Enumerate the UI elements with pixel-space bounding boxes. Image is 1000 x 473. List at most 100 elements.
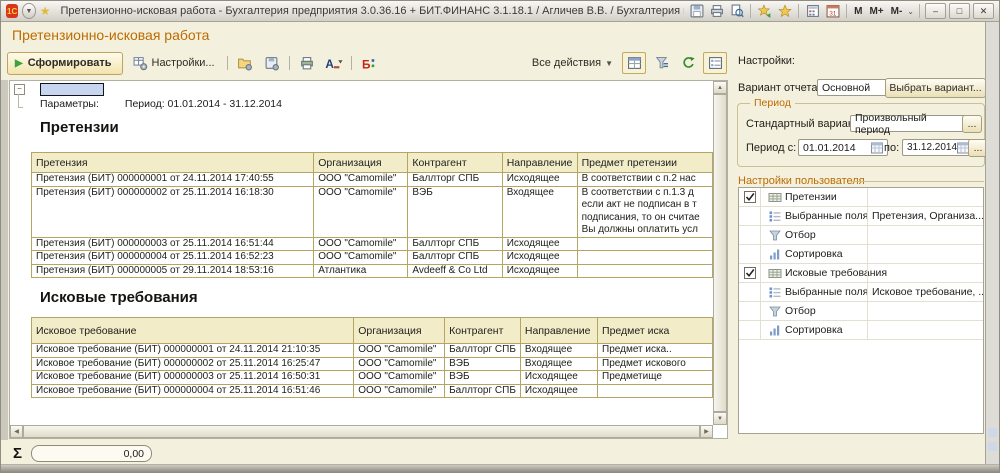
table-row[interactable]: Исковое требование (БИТ) 000000002 от 25…	[32, 357, 713, 371]
filter-icon	[767, 305, 782, 318]
fields-icon	[767, 210, 782, 223]
divider	[351, 56, 352, 70]
bit-finance-icon[interactable]: Б	[357, 52, 381, 74]
scroll-left-icon[interactable]: ◀	[10, 425, 23, 438]
selected-cell[interactable]	[40, 83, 104, 96]
favorites-list-icon[interactable]	[776, 4, 793, 19]
settings-button[interactable]: Настройки...	[126, 52, 222, 75]
scrollbar-thumb[interactable]	[713, 94, 727, 412]
scroll-up-icon[interactable]: ▲	[713, 81, 727, 94]
collapse-group-icon[interactable]: −	[14, 84, 25, 95]
table-row[interactable]: Исковое требование (БИТ) 000000001 от 24…	[32, 344, 713, 358]
checkbox[interactable]	[744, 191, 756, 203]
table-cell: Баллторг СПБ	[445, 344, 521, 358]
table-row[interactable]: Претензия (БИТ) 000000003 от 25.11.2014 …	[32, 237, 713, 251]
tree-row[interactable]: Сортировка	[739, 321, 983, 340]
1c-logo-icon: 1С	[6, 4, 18, 18]
date-picker-icon[interactable]	[871, 142, 883, 154]
all-actions-button[interactable]: Все действия ▼	[526, 53, 619, 73]
tree-item-value[interactable]	[867, 245, 983, 263]
table-cell: Претензия (БИТ) 000000001 от 24.11.2014 …	[32, 173, 314, 187]
scrollbar-thumb[interactable]	[23, 425, 700, 438]
checkbox[interactable]	[744, 267, 756, 279]
tree-item-value[interactable]	[867, 226, 983, 244]
show-report-grid-icon[interactable]	[622, 52, 646, 74]
tree-row[interactable]: Отбор	[739, 226, 983, 245]
tree-item-value[interactable]	[867, 188, 983, 206]
table-cell: Предмет иска..	[598, 344, 713, 358]
add-favorite-icon[interactable]	[756, 4, 773, 19]
period-from-field[interactable]: 01.01.2014	[798, 139, 888, 156]
background-fragment	[988, 428, 997, 437]
scroll-right-icon[interactable]: ▶	[700, 425, 713, 438]
chevron-down-icon: ▼	[26, 8, 33, 15]
column-header: Исковое требование	[32, 318, 354, 344]
sort-icon	[767, 248, 782, 261]
period-to-field[interactable]: 31.12.2014	[902, 139, 974, 156]
horizontal-scrollbar[interactable]: ◀ ▶	[10, 425, 713, 438]
settings-panel-toggle-icon[interactable]	[703, 52, 727, 74]
period-from-label: Период с:	[746, 142, 796, 154]
minimize-button[interactable]: –	[925, 3, 946, 19]
save-icon[interactable]	[688, 4, 705, 19]
tree-row[interactable]: Выбранные поляИсковое требование, ...	[739, 283, 983, 302]
chevron-down-icon[interactable]: ⌄	[907, 7, 914, 16]
print-report-icon[interactable]	[295, 52, 319, 74]
tree-item-label: Отбор	[785, 305, 816, 317]
tree-row[interactable]: Исковые требования	[739, 264, 983, 283]
table-cell: Исходящее	[502, 237, 577, 251]
print-icon[interactable]	[708, 4, 725, 19]
standard-variant-more-button[interactable]: ...	[962, 115, 982, 133]
calendar-icon[interactable]: 31	[824, 4, 841, 19]
font-settings-icon[interactable]: A	[322, 52, 346, 74]
favorites-star-icon[interactable]: ★	[40, 5, 51, 17]
table-cell: В соответствии с п.2 нас	[577, 173, 712, 187]
tree-row[interactable]: Сортировка	[739, 245, 983, 264]
report-structure-icon[interactable]	[649, 52, 673, 74]
period-groupbox: Период Стандартный вариант: Произвольный…	[737, 103, 985, 167]
load-settings-icon[interactable]	[233, 52, 257, 74]
calculator-icon[interactable]	[804, 4, 821, 19]
memory-m-minus-button[interactable]: M-	[889, 6, 905, 17]
tree-row[interactable]: Выбранные поляПретензия, Организа...	[739, 207, 983, 226]
report-content[interactable]: − Параметры:Период: 01.01.2014 - 31.12.2…	[10, 81, 713, 425]
tree-item-value[interactable]: Претензия, Организа...	[867, 207, 983, 225]
tree-row[interactable]: Претензии	[739, 188, 983, 207]
table-row[interactable]: Претензия (БИТ) 000000001 от 24.11.2014 …	[32, 173, 713, 187]
table-cell	[577, 264, 712, 278]
column-header: Направление	[520, 318, 597, 344]
save-settings-icon[interactable]	[260, 52, 284, 74]
memory-m-plus-button[interactable]: M+	[867, 6, 885, 17]
table-row[interactable]: Претензия (БИТ) 000000002 от 25.11.2014 …	[32, 186, 713, 237]
tree-item-value[interactable]	[867, 264, 983, 282]
refresh-icon[interactable]	[676, 52, 700, 74]
sort-icon	[767, 324, 782, 337]
choose-variant-button[interactable]: Выбрать вариант...	[885, 78, 986, 98]
vertical-scrollbar[interactable]: ▲ ▼	[713, 81, 727, 425]
table-cell: Баллторг СПБ	[408, 173, 502, 187]
close-button[interactable]: ✕	[973, 3, 994, 19]
tree-item-value[interactable]	[867, 321, 983, 339]
sum-field[interactable]: 0,00	[31, 445, 152, 462]
background-fragment	[988, 442, 997, 451]
lawsuits-table: Исковое требованиеОрганизацияКонтрагентН…	[31, 317, 713, 398]
table-row[interactable]: Исковое требование (БИТ) 000000004 от 25…	[32, 384, 713, 398]
print-preview-icon[interactable]	[728, 4, 745, 19]
main-menu-button[interactable]: ▼	[22, 3, 35, 19]
table-row[interactable]: Исковое требование (БИТ) 000000003 от 25…	[32, 371, 713, 385]
tree-item-value[interactable]	[867, 302, 983, 320]
generate-button[interactable]: ▶ Сформировать	[7, 52, 123, 75]
table-row[interactable]: Претензия (БИТ) 000000004 от 25.11.2014 …	[32, 251, 713, 265]
variant-field[interactable]: Основной	[817, 79, 889, 96]
standard-variant-field[interactable]: Произвольный период	[850, 115, 966, 132]
scroll-down-icon[interactable]: ▼	[713, 412, 727, 425]
table-cell: Исковое требование (БИТ) 000000003 от 25…	[32, 371, 354, 385]
tree-item-value[interactable]: Исковое требование, ...	[867, 283, 983, 301]
table-cell: Avdeeff & Co Ltd	[408, 264, 502, 278]
report-spreadsheet: − Параметры:Период: 01.01.2014 - 31.12.2…	[9, 80, 728, 439]
table-row[interactable]: Претензия (БИТ) 000000005 от 29.11.2014 …	[32, 264, 713, 278]
tree-row[interactable]: Отбор	[739, 302, 983, 321]
maximize-button[interactable]: □	[949, 3, 970, 19]
checkbox-column	[739, 264, 761, 282]
memory-m-button[interactable]: M	[852, 6, 864, 17]
